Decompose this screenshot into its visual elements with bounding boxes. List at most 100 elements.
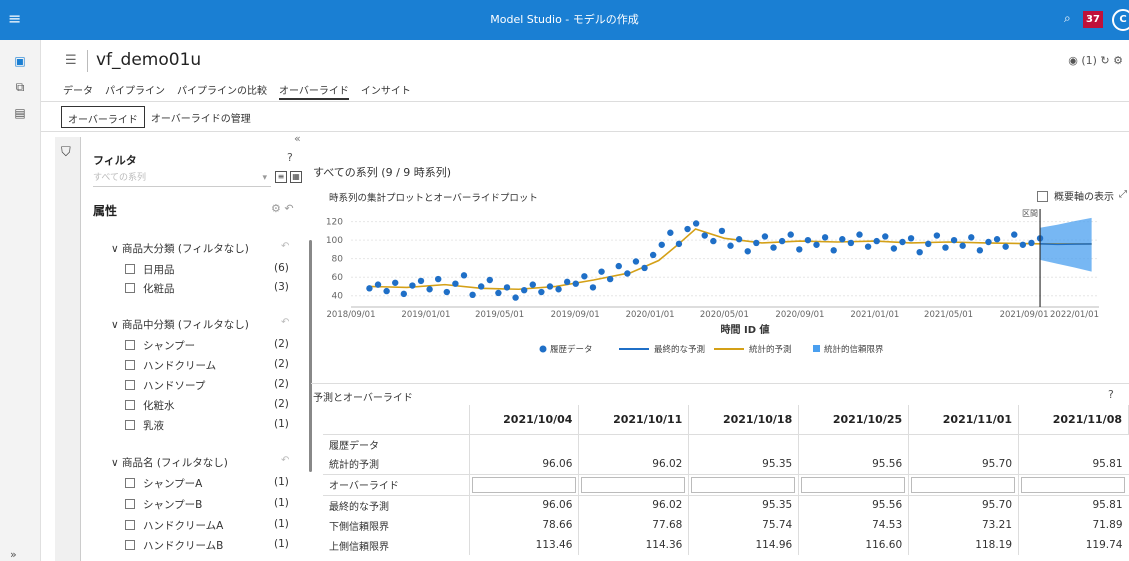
tab-pipeline-compare[interactable]: パイプラインの比較 [177, 82, 267, 100]
overview-label: 概要軸の表示 [1054, 192, 1114, 203]
settings-icon[interactable]: ⚙ [1113, 54, 1123, 67]
history-point [718, 227, 726, 235]
header-separator [87, 50, 88, 72]
history-point [839, 236, 846, 243]
series-select[interactable]: すべての系列 ▾ [93, 170, 271, 187]
filter-item[interactable]: シャンプーB [125, 497, 202, 512]
collapse-panel-icon[interactable]: « [294, 132, 301, 145]
filter-item[interactable]: 乳液 [125, 418, 164, 433]
checkbox[interactable] [125, 264, 135, 274]
column-header: 2021/10/25 [798, 405, 910, 435]
filter-group-product[interactable]: ∨ 商品名 (フィルタなし) [111, 455, 228, 470]
x-tick-label: 2021/05/01 [924, 310, 973, 320]
project-header: ☰ vf_demo01u ◉ (1) ↻ ⚙ [41, 40, 1129, 80]
history-point [658, 241, 665, 248]
filter-item[interactable]: ハンドクリームB [125, 538, 223, 553]
override-input[interactable] [468, 473, 579, 496]
history-point [1028, 239, 1035, 247]
checkbox[interactable] [125, 520, 135, 530]
checkbox[interactable] [125, 478, 135, 488]
y-tick-label: 100 [326, 236, 343, 246]
row-label: 上側信頼限界 [329, 541, 389, 553]
expand-nav-icon[interactable]: » [10, 548, 17, 561]
filter-table-icon[interactable]: ≡ [275, 171, 287, 183]
data-icon[interactable]: ▤ [12, 106, 28, 122]
history-point [675, 240, 683, 248]
model-name: vf_demo01u [96, 50, 202, 70]
reset-icon[interactable]: ↶ [281, 455, 289, 466]
filter-item[interactable]: シャンプーA [125, 476, 202, 491]
reset-icon[interactable]: ↶ [281, 317, 289, 328]
filter-group-category[interactable]: ∨ 商品大分類 (フィルタなし) [111, 241, 249, 256]
resize-icon[interactable]: ⤢ [1119, 189, 1127, 200]
filter-grid-icon[interactable]: ▦ [290, 171, 302, 183]
chevron-down-icon: ▾ [262, 173, 267, 183]
reset-icon[interactable]: ↶ [284, 202, 293, 215]
filter-item-label: 乳液 [143, 420, 164, 432]
row-label: 統計的予測 [329, 460, 379, 472]
override-input[interactable] [578, 473, 689, 496]
history-point [555, 286, 562, 293]
filter-item[interactable]: 化粧品 [125, 281, 175, 296]
filter-item[interactable]: ハンドクリーム [125, 358, 216, 373]
override-input[interactable] [688, 473, 799, 496]
help-icon[interactable]: ? [1108, 388, 1114, 401]
checkbox[interactable] [125, 340, 135, 350]
filter-item[interactable]: 日用品 [125, 262, 175, 277]
history-point [692, 220, 700, 227]
filter-item[interactable]: ハンドソープ [125, 378, 205, 393]
history-point [727, 242, 734, 249]
filter-item[interactable]: 化粧水 [125, 398, 175, 413]
user-avatar[interactable]: C [1112, 9, 1129, 31]
history-point [684, 225, 691, 233]
gear-icon[interactable]: ⚙ [271, 202, 281, 215]
refresh-icon[interactable]: ↻ [1100, 54, 1109, 67]
checkbox[interactable] [125, 380, 135, 390]
history-point [710, 237, 717, 245]
history-point [529, 281, 536, 288]
list-icon[interactable]: ☰ [65, 53, 77, 68]
table-header-row: 2021/10/04 2021/10/11 2021/10/18 2021/10… [323, 405, 1129, 435]
checkbox[interactable] [125, 420, 135, 430]
tab-override[interactable]: オーバーライド [279, 82, 349, 100]
subtab-override[interactable]: オーバーライド [61, 106, 145, 128]
override-input[interactable] [908, 473, 1019, 496]
checkbox[interactable] [125, 400, 135, 410]
interval-label: 区間 [1022, 209, 1038, 218]
checkbox[interactable] [125, 283, 135, 293]
history-point [882, 233, 889, 240]
override-input[interactable] [1018, 473, 1129, 496]
history-point [916, 249, 923, 256]
pipeline-icon[interactable]: ⧉ [12, 80, 28, 96]
table-row: 履歴データ [323, 434, 1129, 454]
tab-data[interactable]: データ [63, 82, 93, 100]
users-count: (1) [1081, 54, 1097, 67]
project-icon[interactable]: ▣ [12, 54, 28, 70]
reset-icon[interactable]: ↶ [281, 241, 289, 252]
subtab-override-manage[interactable]: オーバーライドの管理 [145, 106, 257, 128]
table-cell [578, 434, 689, 454]
filter-item[interactable]: ハンドクリームA [125, 518, 223, 533]
x-tick-label: 2021/09/01 [1000, 310, 1049, 320]
help-icon[interactable]: ? [287, 151, 293, 164]
filter-group-subcategory[interactable]: ∨ 商品中分類 (フィルタなし) [111, 317, 249, 332]
search-icon[interactable]: ⌕ [1064, 11, 1071, 26]
table-cell: 96.06 [468, 454, 579, 474]
override-input[interactable] [798, 473, 909, 496]
tab-pipeline[interactable]: パイプライン [105, 82, 165, 100]
checkbox[interactable] [1037, 191, 1048, 202]
checkbox[interactable] [125, 360, 135, 370]
overview-axis-toggle[interactable]: 概要軸の表示 [1037, 188, 1114, 203]
table-cell [908, 434, 1019, 454]
users-icon[interactable]: ◉ [1068, 54, 1078, 67]
x-axis-label: 時間 ID 値 [721, 323, 770, 336]
notification-badge[interactable]: 37 [1083, 11, 1103, 28]
filter-item-label: ハンドクリームB [143, 540, 224, 552]
filter-icon[interactable]: ⛉ [61, 145, 71, 160]
tab-insight[interactable]: インサイト [361, 82, 411, 100]
checkbox[interactable] [125, 540, 135, 550]
checkbox[interactable] [125, 499, 135, 509]
history-point [615, 262, 622, 270]
filter-item-count: (1) [274, 497, 289, 509]
filter-item[interactable]: シャンプー [125, 338, 195, 353]
